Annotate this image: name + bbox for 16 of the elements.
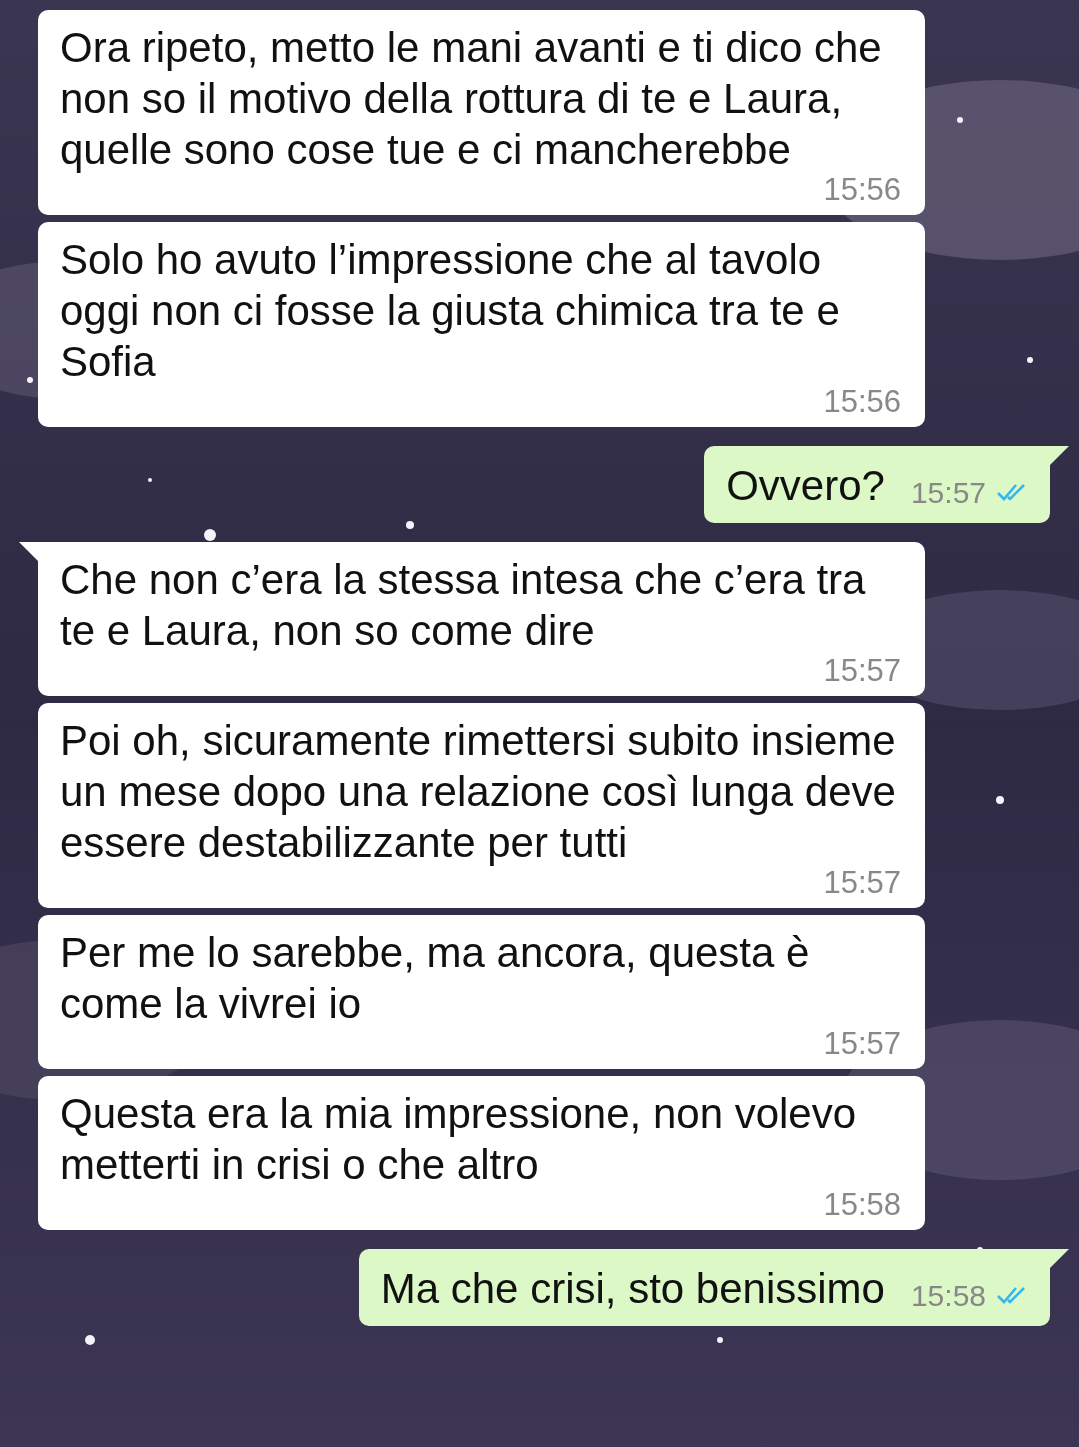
message-text: Questa era la mia impressione, non volevo metterti in crisi o che altro: [60, 1089, 858, 1190]
message-text: Ora ripeto, metto le mani avanti e ti dico che non so il motivo della rottura di te e Laura, quelle sono cose tue e ci mancherebbe: [60, 23, 883, 175]
message-time: 15:56: [823, 387, 901, 417]
message-text: Poi oh, sicuramente rimettersi subito insieme un mese dopo una relazione così lunga deve essere destabilizzante per tutti: [60, 716, 897, 868]
message-text: Solo ho avuto l’impressione che al tavolo oggi non ci fosse la giusta chimica tra te e Sofia: [60, 235, 841, 387]
message-time: 15:57: [823, 868, 901, 898]
message-time: 15:57: [823, 1029, 901, 1059]
message-text: Ovvero?: [726, 461, 885, 511]
message-time: 15:56: [823, 175, 901, 205]
message-text: Per me lo sarebbe, ma ancora, questa è come la vivrei io: [60, 928, 811, 1029]
message-time: 15:58: [910, 1278, 986, 1314]
message-time: 15:57: [823, 656, 901, 686]
message-time: 15:58: [823, 1190, 901, 1220]
message-text: Ma che crisi, sto benissimo: [380, 1264, 885, 1314]
message-text: Che non c’era la stessa intesa che c’era tra te e Laura, non so come dire: [60, 555, 867, 656]
message-time: 15:57: [910, 475, 986, 511]
